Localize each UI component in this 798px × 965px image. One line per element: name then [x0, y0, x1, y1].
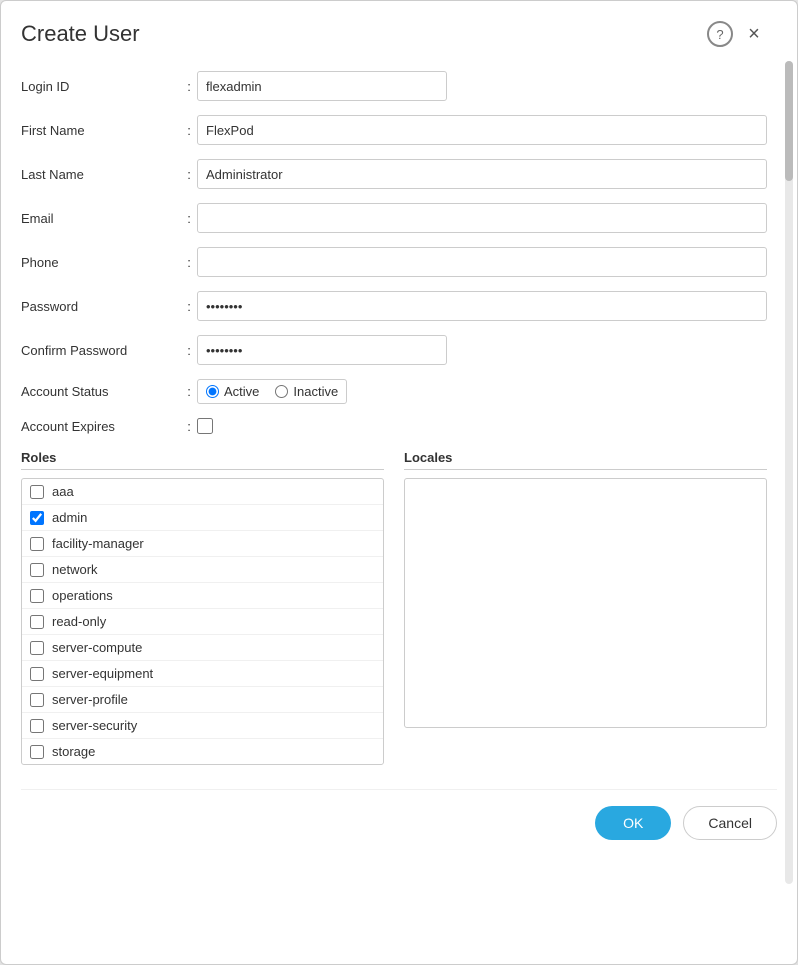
role-checkbox-storage[interactable]: [30, 745, 44, 759]
roles-list-item: storage: [22, 739, 383, 764]
phone-label: Phone: [21, 255, 181, 270]
account-status-radio-group: Active Inactive: [197, 379, 347, 404]
last-name-input[interactable]: [197, 159, 767, 189]
role-label-server-equipment: server-equipment: [52, 666, 153, 681]
first-name-colon: :: [181, 123, 197, 138]
active-radio[interactable]: [206, 385, 219, 398]
roles-list-item: operations: [22, 583, 383, 609]
role-checkbox-server-equipment[interactable]: [30, 667, 44, 681]
password-input[interactable]: [197, 291, 767, 321]
password-row: Password :: [21, 291, 767, 321]
confirm-password-colon: :: [181, 343, 197, 358]
phone-row: Phone :: [21, 247, 767, 277]
login-id-colon: :: [181, 79, 197, 94]
create-user-dialog: Create User ? × Login ID : First Name : …: [0, 0, 798, 965]
last-name-label: Last Name: [21, 167, 181, 182]
role-label-admin: admin: [52, 510, 87, 525]
inactive-radio[interactable]: [275, 385, 288, 398]
roles-list-item: server-equipment: [22, 661, 383, 687]
role-label-facility-manager: facility-manager: [52, 536, 144, 551]
role-label-server-profile: server-profile: [52, 692, 128, 707]
active-radio-option[interactable]: Active: [206, 384, 259, 399]
role-checkbox-server-profile[interactable]: [30, 693, 44, 707]
locales-panel: Locales: [404, 450, 767, 765]
role-checkbox-aaa[interactable]: [30, 485, 44, 499]
confirm-password-row: Confirm Password :: [21, 335, 767, 365]
ok-button[interactable]: OK: [595, 806, 671, 840]
dialog-footer: OK Cancel: [21, 789, 777, 840]
role-checkbox-operations[interactable]: [30, 589, 44, 603]
cancel-button[interactable]: Cancel: [683, 806, 777, 840]
password-colon: :: [181, 299, 197, 314]
inactive-label: Inactive: [293, 384, 338, 399]
locales-list: [404, 478, 767, 728]
role-label-read-only: read-only: [52, 614, 106, 629]
email-input[interactable]: [197, 203, 767, 233]
role-label-network: network: [52, 562, 98, 577]
roles-list: aaa admin facility-manager network operation…: [21, 478, 384, 765]
header-buttons: ? ×: [707, 21, 767, 47]
help-button[interactable]: ?: [707, 21, 733, 47]
role-checkbox-network[interactable]: [30, 563, 44, 577]
confirm-password-label: Confirm Password: [21, 343, 181, 358]
account-expires-checkbox[interactable]: [197, 418, 213, 434]
account-status-colon: :: [181, 384, 197, 399]
email-label: Email: [21, 211, 181, 226]
role-label-operations: operations: [52, 588, 113, 603]
roles-list-item: server-profile: [22, 687, 383, 713]
email-colon: :: [181, 211, 197, 226]
last-name-colon: :: [181, 167, 197, 182]
roles-panel-title: Roles: [21, 450, 384, 470]
locales-panel-title: Locales: [404, 450, 767, 470]
roles-list-item: read-only: [22, 609, 383, 635]
roles-list-item: aaa: [22, 479, 383, 505]
login-id-label: Login ID: [21, 79, 181, 94]
two-panel: Roles aaa admin facility-manager network ope…: [21, 450, 767, 765]
dialog-header: Create User ? ×: [21, 21, 777, 47]
password-label: Password: [21, 299, 181, 314]
role-label-aaa: aaa: [52, 484, 74, 499]
roles-list-item: admin: [22, 505, 383, 531]
role-checkbox-admin[interactable]: [30, 511, 44, 525]
roles-panel: Roles aaa admin facility-manager network ope…: [21, 450, 384, 765]
roles-list-item: facility-manager: [22, 531, 383, 557]
inactive-radio-option[interactable]: Inactive: [275, 384, 338, 399]
first-name-input[interactable]: [197, 115, 767, 145]
role-checkbox-facility-manager[interactable]: [30, 537, 44, 551]
scrollbar-track[interactable]: [785, 61, 793, 884]
role-checkbox-server-security[interactable]: [30, 719, 44, 733]
account-expires-colon: :: [181, 419, 197, 434]
scrollbar-thumb[interactable]: [785, 61, 793, 181]
login-id-row: Login ID :: [21, 71, 767, 101]
close-button[interactable]: ×: [741, 21, 767, 47]
account-status-row: Account Status : Active Inactive: [21, 379, 767, 404]
first-name-label: First Name: [21, 123, 181, 138]
confirm-password-input[interactable]: [197, 335, 447, 365]
phone-colon: :: [181, 255, 197, 270]
role-checkbox-server-compute[interactable]: [30, 641, 44, 655]
first-name-row: First Name :: [21, 115, 767, 145]
dialog-title: Create User: [21, 21, 140, 47]
account-expires-row: Account Expires :: [21, 418, 767, 434]
last-name-row: Last Name :: [21, 159, 767, 189]
roles-list-item: server-security: [22, 713, 383, 739]
phone-input[interactable]: [197, 247, 767, 277]
roles-list-item: server-compute: [22, 635, 383, 661]
role-label-server-security: server-security: [52, 718, 137, 733]
roles-list-item: network: [22, 557, 383, 583]
active-label: Active: [224, 384, 259, 399]
role-label-storage: storage: [52, 744, 95, 759]
role-label-server-compute: server-compute: [52, 640, 142, 655]
account-expires-label: Account Expires: [21, 419, 181, 434]
role-checkbox-read-only[interactable]: [30, 615, 44, 629]
email-row: Email :: [21, 203, 767, 233]
login-id-input[interactable]: [197, 71, 447, 101]
account-status-label: Account Status: [21, 384, 181, 399]
form-content: Login ID : First Name : Last Name : Emai…: [21, 71, 777, 765]
